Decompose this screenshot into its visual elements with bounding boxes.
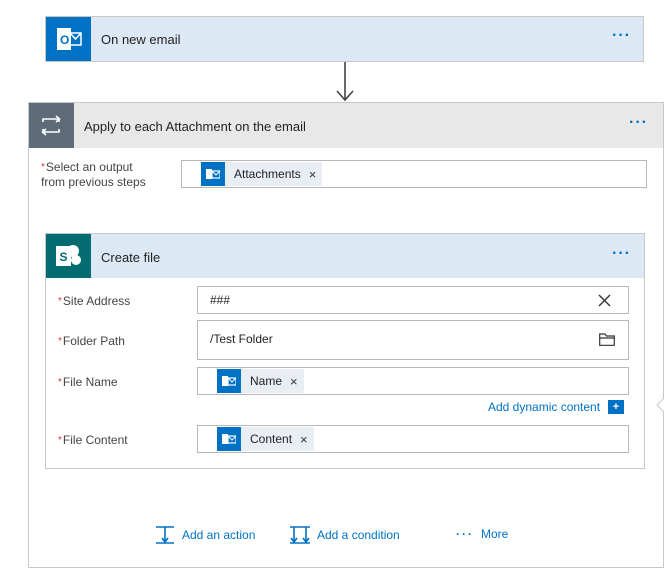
file-content-field[interactable]: Content × xyxy=(197,425,629,453)
add-action-button[interactable]: Add an action xyxy=(155,525,255,545)
svg-text:S: S xyxy=(60,250,68,264)
outlook-icon xyxy=(217,427,241,451)
trigger-menu-button[interactable]: ··· xyxy=(612,27,631,45)
site-address-value: ### xyxy=(210,293,231,307)
folder-path-value: /Test Folder xyxy=(210,332,273,346)
more-label: More xyxy=(481,527,509,541)
content-token[interactable]: Content × xyxy=(217,427,314,451)
create-file-menu-button[interactable]: ··· xyxy=(612,245,631,263)
trigger-card[interactable]: O On new email ··· xyxy=(45,16,644,62)
add-condition-button[interactable]: Add a condition xyxy=(289,525,400,545)
remove-content-token-button[interactable]: × xyxy=(300,432,308,447)
create-file-title: Create file xyxy=(101,250,161,265)
loop-icon xyxy=(29,103,74,148)
loop-header[interactable]: Apply to each Attachment on the email ··… xyxy=(29,103,663,148)
flow-arrow-icon xyxy=(336,62,354,102)
more-dots-icon: ··· xyxy=(456,527,474,541)
outlook-icon: O xyxy=(46,17,91,61)
site-address-label: *Site Address xyxy=(58,294,131,308)
attachments-token[interactable]: Attachments × xyxy=(201,162,323,186)
folder-path-label: *Folder Path xyxy=(58,334,125,348)
add-condition-icon xyxy=(290,526,310,544)
svg-text:O: O xyxy=(60,33,69,47)
loop-menu-button[interactable]: ··· xyxy=(629,114,648,132)
create-file-card: S Create file ··· *Site Address ### *Fol… xyxy=(45,233,645,469)
add-action-label: Add an action xyxy=(182,528,256,542)
add-action-icon xyxy=(156,526,174,544)
select-output-label: *Select an output from previous steps xyxy=(41,160,146,189)
sharepoint-icon: S xyxy=(46,234,91,278)
more-button[interactable]: ··· More xyxy=(456,527,508,541)
add-dynamic-content-icon[interactable]: + xyxy=(608,400,624,414)
attachments-token-label: Attachments xyxy=(234,167,301,181)
trigger-title: On new email xyxy=(101,32,181,47)
outlook-icon xyxy=(201,162,225,186)
folder-icon[interactable] xyxy=(599,333,615,346)
file-content-label: *File Content xyxy=(58,433,128,447)
create-file-header[interactable]: S Create file ··· xyxy=(46,234,644,278)
name-token[interactable]: Name × xyxy=(217,369,304,393)
name-token-label: Name xyxy=(250,374,283,388)
file-name-field[interactable]: Name × xyxy=(197,367,629,395)
outlook-icon xyxy=(217,369,241,393)
folder-path-field[interactable]: /Test Folder xyxy=(197,320,629,360)
panel-notch-icon xyxy=(656,398,664,412)
clear-icon[interactable] xyxy=(598,294,611,307)
add-condition-label: Add a condition xyxy=(317,528,400,542)
site-address-field[interactable]: ### xyxy=(197,286,629,314)
remove-name-token-button[interactable]: × xyxy=(290,374,298,389)
content-token-label: Content xyxy=(250,432,293,446)
select-output-field[interactable]: Attachments × xyxy=(181,160,647,188)
file-name-label: *File Name xyxy=(58,375,118,389)
remove-attachments-token-button[interactable]: × xyxy=(309,167,317,182)
loop-title: Apply to each Attachment on the email xyxy=(84,119,306,134)
apply-to-each-card: Apply to each Attachment on the email ··… xyxy=(28,102,664,568)
add-dynamic-content-link[interactable]: Add dynamic content xyxy=(488,400,600,414)
